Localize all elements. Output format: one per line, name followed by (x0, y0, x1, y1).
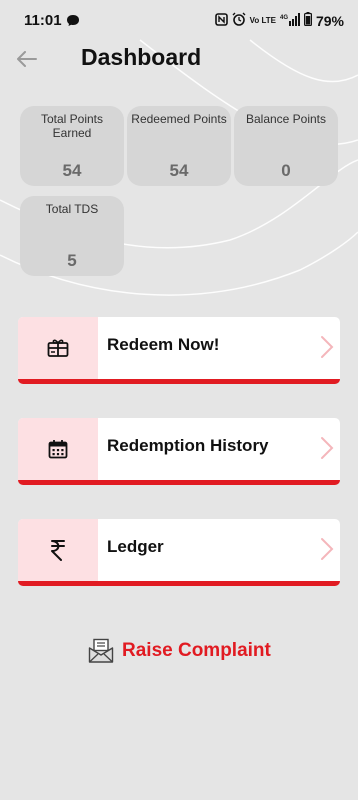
back-button[interactable] (14, 46, 40, 72)
network-indicator: Vo LTE (249, 15, 276, 25)
stat-card-redeemed-points: Redeemed Points 54 (127, 106, 231, 186)
menu-label: Redemption History (107, 436, 269, 455)
stat-card-total-points-earned: Total Points Earned 54 (20, 106, 124, 186)
status-icons: Vo LTE 4G 79% (214, 12, 344, 29)
menu-label: Ledger (107, 537, 164, 556)
alarm-icon (232, 12, 246, 29)
stat-label: Redeemed Points (131, 112, 227, 126)
stat-label: Total TDS (45, 202, 99, 216)
stat-label: Total Points Earned (40, 112, 104, 140)
stat-card-total-tds: Total TDS 5 (20, 196, 124, 276)
menu-icon-box (18, 519, 98, 581)
raise-complaint-button[interactable]: Raise Complaint (88, 638, 271, 664)
stat-label: Balance Points (245, 112, 327, 126)
menu-item-ledger[interactable]: Ledger (18, 519, 340, 586)
menu-item-redeem-now[interactable]: Redeem Now! (18, 317, 340, 384)
stat-value: 54 (62, 161, 82, 180)
arrow-left-icon (17, 51, 37, 67)
nfc-icon (214, 12, 228, 29)
stat-value: 5 (67, 251, 77, 270)
page-title: Dashboard (81, 44, 202, 70)
envelope-icon (88, 638, 114, 663)
chat-bubble-icon (66, 14, 80, 32)
stat-value: 54 (169, 161, 189, 180)
calendar-icon (48, 440, 68, 459)
rupee-icon (51, 540, 65, 561)
status-time: 11:01 (24, 12, 62, 29)
chevron-right-icon (320, 335, 334, 364)
stat-value: 0 (281, 161, 291, 180)
battery-icon (303, 12, 312, 29)
battery-percentage: 79% (315, 12, 344, 29)
chevron-right-icon (320, 537, 334, 566)
menu-label: Redeem Now! (107, 335, 220, 354)
menu-icon-box (18, 418, 98, 480)
chevron-right-icon (320, 436, 334, 465)
status-bar: 11:01 Vo LTE 4G 79% (0, 0, 358, 40)
stat-card-balance-points: Balance Points 0 (234, 106, 338, 186)
menu-item-redemption-history[interactable]: Redemption History (18, 418, 340, 485)
gift-card-icon (47, 339, 69, 357)
menu-icon-box (18, 317, 98, 379)
raise-complaint-label: Raise Complaint (122, 640, 271, 661)
signal-type-label: 4G (280, 15, 288, 21)
signal-icon: 4G (280, 12, 300, 29)
